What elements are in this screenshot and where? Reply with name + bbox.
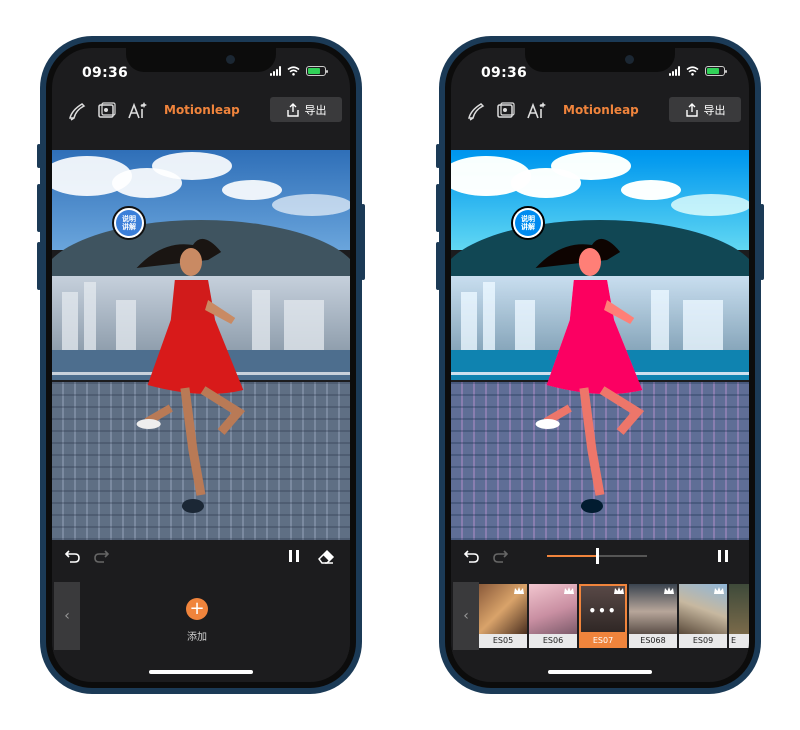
sky-icon[interactable]	[66, 100, 88, 122]
ai-icon[interactable]	[126, 100, 148, 122]
filter-label: ES06	[529, 634, 577, 648]
notch	[525, 48, 675, 72]
add-label: 添加	[187, 632, 207, 643]
export-label: 导出	[703, 103, 726, 117]
filter-label: E	[729, 634, 749, 648]
share-icon	[685, 102, 698, 117]
badge-line-2: 讲解	[122, 223, 136, 231]
filter-item-selected[interactable]: ••• ES07	[579, 584, 627, 648]
status-icons	[669, 66, 727, 76]
explainer-badge[interactable]: 说明 讲解	[112, 206, 146, 240]
status-time: 09:36	[481, 65, 528, 81]
status-time: 09:36	[82, 65, 129, 81]
notch	[126, 48, 276, 72]
wifi-icon	[686, 66, 699, 76]
badge-line-1: 说明	[521, 215, 535, 223]
crown-icon	[714, 587, 724, 594]
eraser-icon[interactable]	[316, 546, 336, 566]
share-icon	[286, 102, 299, 117]
app-title: Motionleap	[563, 103, 639, 117]
battery-icon	[705, 66, 727, 76]
redo-icon[interactable]	[92, 546, 112, 566]
top-toolbar: Motionleap 导出	[451, 96, 749, 126]
playback-scrubber[interactable]	[547, 548, 647, 564]
export-button[interactable]: 导出	[270, 97, 342, 122]
status-icons	[270, 66, 328, 76]
bottom-panel: ‹ ES05 ES06 ••• ES07 ES068 ES09 E	[451, 570, 749, 662]
filter-item[interactable]: ES09	[679, 584, 727, 648]
undo-icon[interactable]	[62, 546, 82, 566]
playback-controls	[52, 544, 350, 568]
filter-item[interactable]: E	[729, 584, 749, 648]
badge-line-1: 说明	[122, 215, 136, 223]
photo-canvas[interactable]: 说明 讲解	[451, 150, 749, 540]
ai-icon[interactable]	[525, 100, 547, 122]
badge-line-2: 讲解	[521, 223, 535, 231]
scrubber-progress	[547, 555, 597, 557]
export-label: 导出	[304, 103, 327, 117]
signal-icon	[669, 66, 680, 76]
add-icon: +	[189, 598, 205, 619]
front-camera	[226, 55, 235, 64]
filter-label: ES05	[479, 634, 527, 648]
crown-icon	[564, 587, 574, 594]
add-button[interactable]: +	[186, 598, 208, 620]
filter-item[interactable]: ES06	[529, 584, 577, 648]
crown-icon	[514, 587, 524, 594]
redo-icon[interactable]	[491, 546, 511, 566]
pause-icon[interactable]	[713, 546, 733, 566]
explainer-badge[interactable]: 说明 讲解	[511, 206, 545, 240]
image-layers-icon[interactable]	[495, 100, 517, 122]
panel-collapse-handle[interactable]: ‹	[54, 582, 80, 650]
playback-controls	[451, 544, 749, 568]
front-camera	[625, 55, 634, 64]
pause-icon[interactable]	[284, 546, 304, 566]
more-options-icon[interactable]: •••	[579, 604, 627, 618]
sky-icon[interactable]	[465, 100, 487, 122]
crown-icon	[664, 587, 674, 594]
panel-collapse-handle[interactable]: ‹	[453, 582, 479, 650]
home-indicator[interactable]	[149, 670, 253, 674]
chevron-left-icon: ‹	[64, 608, 70, 624]
crown-icon	[614, 587, 624, 594]
undo-icon[interactable]	[461, 546, 481, 566]
filter-label: ES068	[629, 634, 677, 648]
scrubber-thumb[interactable]	[596, 548, 599, 564]
filter-item[interactable]: ES068	[629, 584, 677, 648]
phone-left: 09:36 Motionleap 导出 说明 讲解 ‹ + 添加	[37, 36, 365, 694]
filter-label: ES07	[579, 634, 627, 648]
home-indicator[interactable]	[548, 670, 652, 674]
signal-icon	[270, 66, 281, 76]
filter-label: ES09	[679, 634, 727, 648]
app-title: Motionleap	[164, 103, 240, 117]
chevron-left-icon: ‹	[463, 608, 469, 624]
filter-strip: ES05 ES06 ••• ES07 ES068 ES09 E	[479, 584, 749, 648]
wifi-icon	[287, 66, 300, 76]
app-screen: 09:36 Motionleap 导出	[451, 48, 749, 682]
dancer-figure	[136, 238, 246, 513]
top-toolbar: Motionleap 导出	[52, 96, 350, 126]
filter-item[interactable]: ES05	[479, 584, 527, 648]
battery-icon	[306, 66, 328, 76]
image-layers-icon[interactable]	[96, 100, 118, 122]
bottom-panel: ‹ + 添加	[52, 570, 350, 662]
photo-canvas[interactable]: 说明 讲解	[52, 150, 350, 540]
export-button[interactable]: 导出	[669, 97, 741, 122]
app-screen: 09:36 Motionleap 导出	[52, 48, 350, 682]
phone-right: 09:36 Motionleap 导出 说明 讲解 ‹ ES05 ES06 ••…	[436, 36, 764, 694]
dancer-figure	[535, 238, 645, 513]
